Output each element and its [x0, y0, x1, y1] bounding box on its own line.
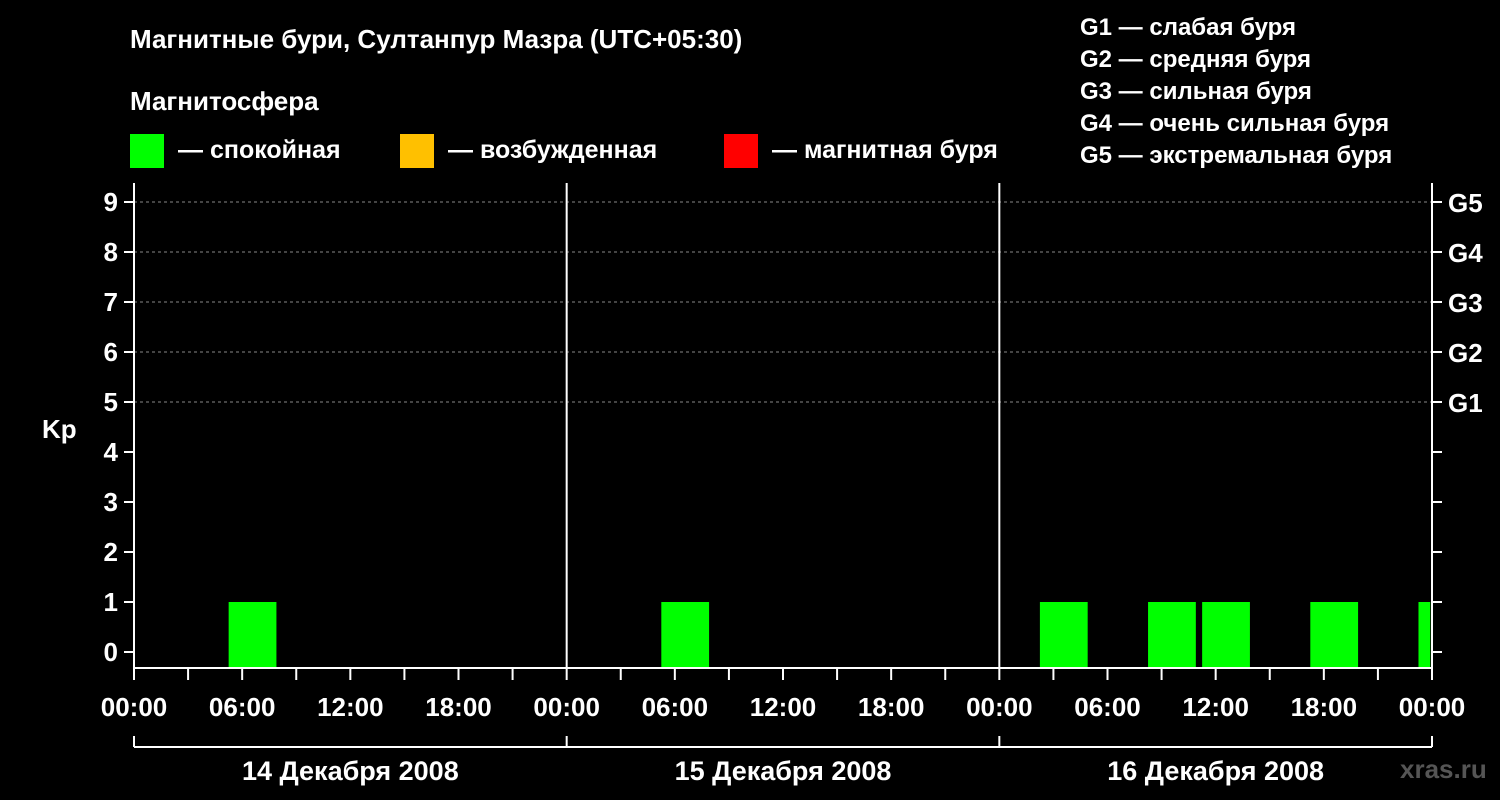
x-tick-label: 00:00	[533, 692, 600, 722]
kp-bar	[1202, 602, 1250, 668]
x-tick-label: 12:00	[317, 692, 384, 722]
y-tick-label: 2	[104, 537, 118, 567]
g-tick-label: G5	[1448, 188, 1483, 218]
x-tick-label: 00:00	[101, 692, 168, 722]
kp-bar	[1418, 602, 1431, 668]
day-label: 15 Декабря 2008	[675, 756, 892, 786]
watermark: xras.ru	[1400, 754, 1487, 784]
x-tick-label: 06:00	[642, 692, 709, 722]
g-tick-label: G4	[1448, 238, 1483, 268]
x-tick-label: 12:00	[1182, 692, 1249, 722]
x-tick-label: 18:00	[425, 692, 492, 722]
g-tick-label: G2	[1448, 338, 1483, 368]
y-axis-label: Kp	[42, 414, 77, 444]
x-tick-label: 18:00	[1291, 692, 1358, 722]
y-tick-label: 7	[104, 287, 118, 317]
y-tick-label: 4	[104, 437, 119, 467]
x-tick-label: 12:00	[750, 692, 817, 722]
day-label: 16 Декабря 2008	[1107, 756, 1324, 786]
y-tick-label: 0	[104, 637, 118, 667]
x-tick-label: 00:00	[1399, 692, 1466, 722]
day-label: 14 Декабря 2008	[242, 756, 459, 786]
y-tick-label: 3	[104, 487, 118, 517]
g-tick-label: G1	[1448, 388, 1483, 418]
kp-bar	[1039, 602, 1088, 668]
x-tick-label: 06:00	[1074, 692, 1141, 722]
y-tick-label: 1	[104, 587, 118, 617]
kp-bar	[1310, 602, 1359, 668]
g-tick-label: G3	[1448, 288, 1483, 318]
kp-bar	[1148, 602, 1196, 668]
kp-bar	[228, 602, 277, 668]
x-tick-label: 18:00	[858, 692, 925, 722]
y-tick-label: 6	[104, 337, 118, 367]
y-tick-label: 5	[104, 387, 118, 417]
y-tick-label: 8	[104, 237, 118, 267]
x-tick-label: 00:00	[966, 692, 1033, 722]
kp-chart: 0 1 2 3 4 5 6 7 8 9 G1 G2 G3 G4 G5 Kp 00:00 06:00 12:00 18:…	[42, 183, 1483, 786]
y-tick-label: 9	[104, 187, 118, 217]
x-tick-label: 06:00	[209, 692, 276, 722]
kp-bar	[661, 602, 710, 668]
